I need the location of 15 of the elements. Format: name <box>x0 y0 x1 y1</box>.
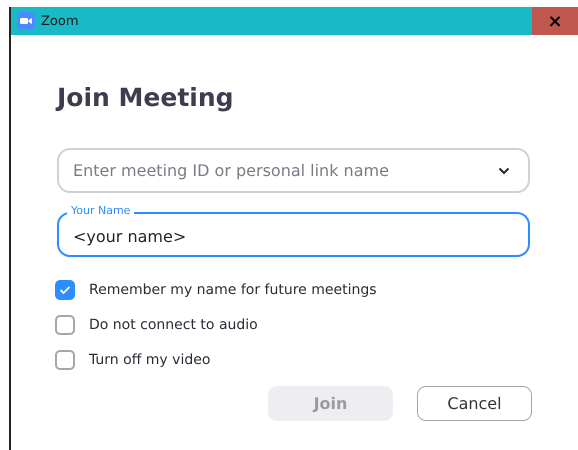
meeting-id-field[interactable]: Enter meeting ID or personal link name <box>57 148 530 193</box>
field-label: Your Name <box>67 204 134 217</box>
window-title: Zoom <box>41 14 80 28</box>
video-camera-icon <box>17 12 35 30</box>
checkbox[interactable] <box>55 280 75 300</box>
chevron-down-icon[interactable] <box>498 167 510 175</box>
cancel-button[interactable]: Cancel <box>417 386 532 421</box>
close-button[interactable]: × <box>532 7 578 35</box>
checkbox-label: Turn off my video <box>89 352 210 368</box>
checkmark-icon <box>59 284 71 294</box>
dialog-heading: Join Meeting <box>57 83 235 112</box>
checkbox[interactable] <box>55 350 75 370</box>
checkbox-label: Do not connect to audio <box>89 316 258 332</box>
checkbox[interactable] <box>55 314 75 334</box>
checkbox-label: Remember my name for future meetings <box>89 282 377 298</box>
